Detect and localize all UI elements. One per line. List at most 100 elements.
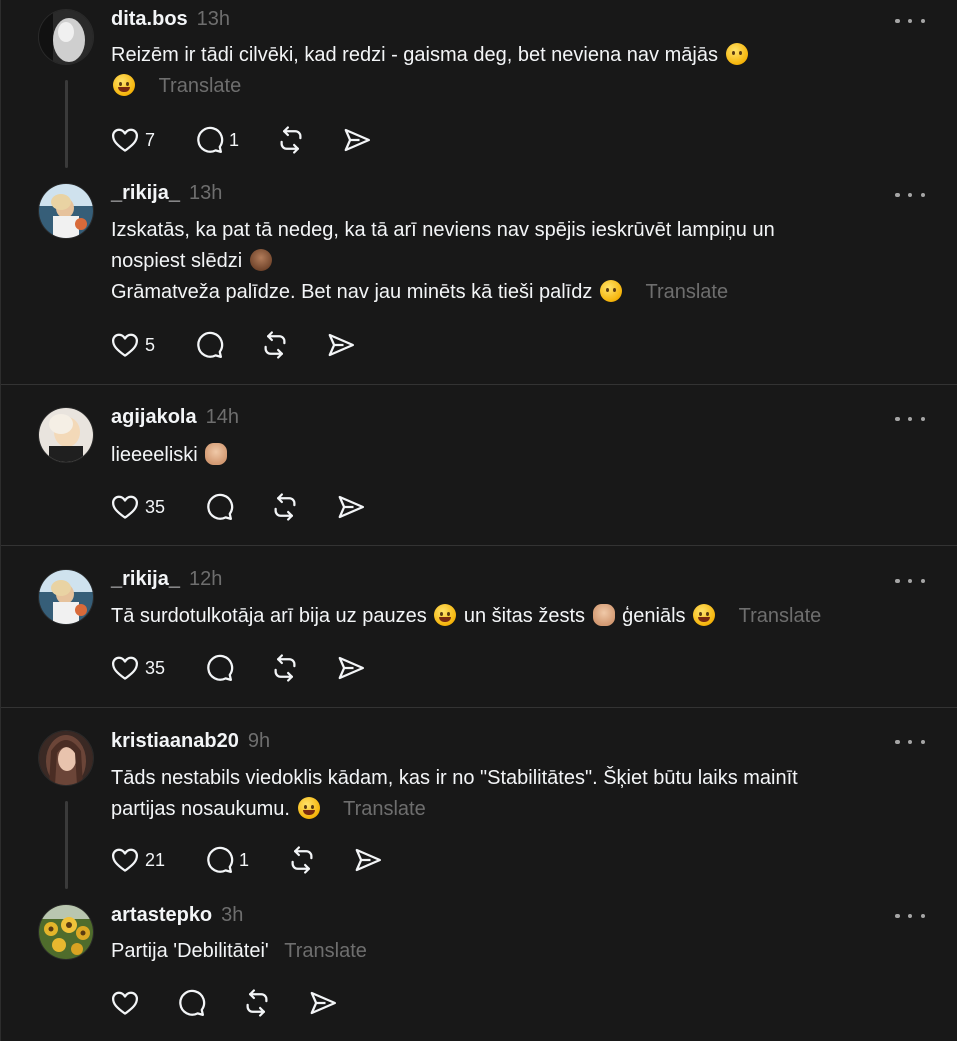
username[interactable]: kristiaanab20	[111, 730, 239, 753]
reply-button[interactable]: 1	[194, 125, 276, 155]
heart-icon	[112, 991, 138, 1015]
username[interactable]: _rikija_	[111, 568, 180, 591]
avatar[interactable]	[39, 905, 93, 959]
repost-button[interactable]	[276, 125, 342, 155]
like-count: 5	[145, 334, 156, 355]
translate-link[interactable]: Translate	[739, 605, 822, 627]
send-paper-plane-icon	[355, 848, 381, 872]
avatar[interactable]	[39, 10, 93, 64]
more-dots-icon[interactable]	[895, 571, 925, 591]
post-text-line: partijas nosaukumu.	[111, 798, 290, 820]
send-paper-plane-icon	[344, 128, 370, 152]
comment-bubble-icon	[197, 126, 224, 153]
divider	[1, 707, 957, 708]
avatar[interactable]	[39, 570, 93, 624]
avatar[interactable]	[39, 184, 93, 238]
comment-bubble-icon	[197, 331, 224, 358]
like-count: 7	[145, 129, 156, 150]
translate-link[interactable]: Translate	[645, 281, 728, 303]
repost-arrows-icon	[274, 654, 296, 682]
avatar[interactable]	[39, 408, 93, 462]
like-count: 35	[145, 657, 166, 678]
repost-arrows-icon	[280, 126, 302, 154]
share-button[interactable]	[308, 988, 338, 1018]
like-button[interactable]: 35	[110, 492, 204, 522]
heart-icon	[112, 128, 138, 152]
like-button[interactable]	[110, 988, 176, 1018]
post-text: Partija 'Debilitātei' Translate	[111, 936, 891, 967]
repost-arrows-icon	[246, 989, 268, 1017]
send-paper-plane-icon	[328, 333, 354, 357]
post-text-line: un šitas žests	[463, 605, 586, 627]
post-text-line: Partija 'Debilitātei'	[111, 940, 269, 962]
timestamp: 9h	[247, 730, 271, 752]
more-dots-icon[interactable]	[895, 185, 925, 205]
more-dots-icon[interactable]	[895, 409, 925, 429]
more-dots-icon[interactable]	[895, 906, 925, 926]
timestamp: 13h	[188, 182, 223, 204]
like-button[interactable]: 5	[110, 330, 194, 360]
like-button[interactable]: 35	[110, 653, 204, 683]
post-text-line: lieeeeliski	[111, 444, 198, 466]
grinning-squinting-face-emoji-icon	[297, 797, 320, 819]
heart-icon	[112, 848, 138, 872]
username[interactable]: agijakola	[111, 406, 197, 429]
share-button[interactable]	[353, 845, 383, 875]
reply-button[interactable]	[194, 330, 260, 360]
repost-button[interactable]	[270, 653, 336, 683]
post-text-line: Izskatās, ka pat tā nedeg, ka tā arī nev…	[111, 219, 775, 241]
grinning-face-emoji-icon	[113, 74, 135, 96]
repost-button[interactable]	[242, 988, 308, 1018]
comment-bubble-icon	[207, 846, 234, 873]
more-dots-icon[interactable]	[895, 11, 925, 31]
post-text: Tāds nestabils viedoklis kādam, kas ir n…	[111, 763, 891, 825]
heart-icon	[112, 656, 138, 680]
share-button[interactable]	[336, 653, 366, 683]
person-shrugging-emoji-icon	[592, 604, 615, 626]
replies-feed: dita.bos 13h Reizēm ir tādi cilvēki, kad…	[0, 0, 957, 1041]
post-text-line: Grāmatveža palīdze. Bet nav jau minēts k…	[111, 281, 593, 303]
post-text-line: nospiest slēdzi	[111, 250, 243, 272]
pleading-face-emoji-icon	[725, 43, 748, 65]
post-text-line: Tāds nestabils viedoklis kādam, kas ir n…	[111, 767, 798, 789]
like-button[interactable]: 7	[110, 125, 194, 155]
like-count: 35	[145, 496, 166, 517]
post-text-line: Reizēm ir tādi cilvēki, kad redzi - gais…	[111, 44, 718, 66]
reply-button[interactable]	[176, 988, 242, 1018]
username[interactable]: dita.bos	[111, 8, 188, 31]
share-button[interactable]	[336, 492, 366, 522]
comment-bubble-icon	[179, 989, 206, 1016]
heart-icon	[112, 333, 138, 357]
repost-button[interactable]	[270, 492, 336, 522]
like-button[interactable]: 21	[110, 845, 204, 875]
post-text: lieeeeliski	[111, 440, 891, 471]
repost-button[interactable]	[260, 330, 326, 360]
translate-link[interactable]: Translate	[343, 798, 426, 820]
avatar[interactable]	[39, 731, 93, 785]
timestamp: 13h	[196, 8, 231, 30]
post-text: Reizēm ir tādi cilvēki, kad redzi - gais…	[111, 40, 891, 102]
thread-line	[65, 801, 68, 889]
see-no-evil-monkey-emoji-icon	[249, 249, 272, 271]
timestamp: 12h	[188, 568, 223, 590]
repost-arrows-icon	[264, 331, 286, 359]
reply-button[interactable]: 1	[204, 845, 287, 875]
reply-button[interactable]	[204, 492, 270, 522]
reply-button[interactable]	[204, 653, 270, 683]
username[interactable]: artastepko	[111, 904, 212, 927]
more-dots-icon[interactable]	[895, 732, 925, 752]
share-button[interactable]	[326, 330, 356, 360]
username[interactable]: _rikija_	[111, 182, 180, 205]
divider	[1, 384, 957, 385]
post-text-line: ģeniāls	[622, 605, 686, 627]
rolling-on-floor-laughing-emoji-icon	[693, 604, 716, 626]
face-with-hand-over-mouth-emoji-icon	[599, 280, 622, 302]
repost-button[interactable]	[287, 845, 353, 875]
translate-link[interactable]: Translate	[284, 940, 367, 962]
heart-icon	[112, 495, 138, 519]
translate-link[interactable]: Translate	[159, 75, 242, 97]
divider	[1, 545, 957, 546]
share-button[interactable]	[342, 125, 372, 155]
comment-bubble-icon	[207, 654, 234, 681]
timestamp: 14h	[205, 406, 239, 428]
